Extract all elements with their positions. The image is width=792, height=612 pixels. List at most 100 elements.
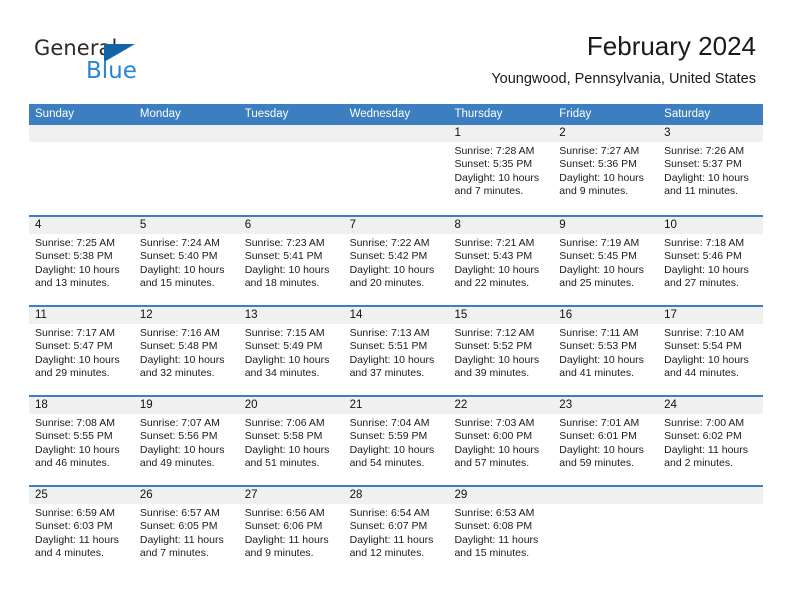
sunrise-time: Sunrise: 7:07 AM xyxy=(139,417,220,429)
day-number: 2 xyxy=(553,125,659,142)
daylight-duration-line1: Daylight: 11 hours xyxy=(664,443,749,456)
calendar-week-row: 1 Sunrise: 7:28 AM Sunset: 5:35 PM Daylight… xyxy=(29,125,764,215)
day-sun-info: Sunrise: 7:13 AM Sunset: 5:51 PM Daylight:… xyxy=(344,324,449,381)
calendar-weeks: 1 Sunrise: 7:28 AM Sunset: 5:35 PM Daylight… xyxy=(29,125,764,575)
weekday-header-thursday: Thursday xyxy=(454,108,503,120)
daylight-duration-line2: and 51 minutes. xyxy=(244,457,320,470)
calendar-day-cell[interactable]: 1 Sunrise: 7:28 AM Sunset: 5:35 PM Daylight… xyxy=(448,125,554,215)
calendar-day-cell-empty xyxy=(553,487,659,575)
sunset-time: Sunset: 5:41 PM xyxy=(244,250,323,263)
day-number: 16 xyxy=(553,307,659,324)
calendar-day-cell[interactable]: 19 Sunrise: 7:07 AM Sunset: 5:56 PM Dayligh… xyxy=(133,397,239,485)
day-sun-info: Sunrise: 7:04 AM Sunset: 5:59 PM Daylight:… xyxy=(344,414,449,471)
calendar-day-cell[interactable]: 27 Sunrise: 6:56 AM Sunset: 6:06 PM Dayligh… xyxy=(238,487,344,575)
calendar-day-cell[interactable]: 12 Sunrise: 7:16 AM Sunset: 5:48 PM Dayligh… xyxy=(133,307,239,395)
day-number: 14 xyxy=(343,307,449,324)
calendar-day-cell[interactable]: 25 Sunrise: 6:59 AM Sunset: 6:03 PM Dayligh… xyxy=(29,487,134,575)
calendar-day-cell-empty xyxy=(343,125,449,215)
weekday-header-friday: Friday xyxy=(559,108,592,120)
sunrise-time: Sunrise: 7:06 AM xyxy=(244,417,325,429)
calendar-day-cell[interactable]: 15 Sunrise: 7:12 AM Sunset: 5:52 PM Dayligh… xyxy=(448,307,554,395)
sunrise-time: Sunrise: 7:22 AM xyxy=(349,237,430,249)
daylight-duration-line2: and 57 minutes. xyxy=(454,457,530,470)
day-sun-info: Sunrise: 7:25 AM Sunset: 5:38 PM Daylight:… xyxy=(29,234,134,291)
calendar-day-cell[interactable]: 17 Sunrise: 7:10 AM Sunset: 5:54 PM Dayligh… xyxy=(658,307,764,395)
day-number: 13 xyxy=(238,307,344,324)
sunrise-time: Sunrise: 6:53 AM xyxy=(454,507,535,519)
daylight-duration-line2: and 59 minutes. xyxy=(559,457,635,470)
sunrise-time: Sunrise: 7:16 AM xyxy=(139,327,220,339)
daylight-duration-line1: Daylight: 10 hours xyxy=(664,353,749,366)
daylight-duration-line2: and 27 minutes. xyxy=(664,277,739,290)
calendar-day-cell[interactable]: 5 Sunrise: 7:24 AM Sunset: 5:40 PM Daylight… xyxy=(133,217,239,305)
daylight-duration-line1: Daylight: 10 hours xyxy=(139,263,225,276)
calendar-day-cell[interactable]: 18 Sunrise: 7:08 AM Sunset: 5:55 PM Dayligh… xyxy=(29,397,134,485)
calendar-day-cell[interactable]: 14 Sunrise: 7:13 AM Sunset: 5:51 PM Dayligh… xyxy=(343,307,449,395)
day-sun-info: Sunrise: 7:12 AM Sunset: 5:52 PM Daylight:… xyxy=(448,324,553,381)
daylight-duration-line1: Daylight: 11 hours xyxy=(349,533,434,546)
day-number xyxy=(29,125,134,142)
day-sun-info: Sunrise: 6:59 AM Sunset: 6:03 PM Daylight:… xyxy=(29,504,134,561)
day-number: 9 xyxy=(553,217,659,234)
calendar-day-cell[interactable]: 6 Sunrise: 7:23 AM Sunset: 5:41 PM Daylight… xyxy=(238,217,344,305)
sunrise-time: Sunrise: 7:08 AM xyxy=(35,417,115,429)
sunset-time: Sunset: 5:59 PM xyxy=(349,430,428,443)
day-number: 7 xyxy=(343,217,449,234)
calendar-week-row: 25 Sunrise: 6:59 AM Sunset: 6:03 PM Dayligh… xyxy=(29,485,764,575)
day-sun-info: Sunrise: 7:00 AM Sunset: 6:02 PM Daylight:… xyxy=(658,414,763,471)
daylight-duration-line1: Daylight: 10 hours xyxy=(244,263,330,276)
calendar-day-cell[interactable]: 16 Sunrise: 7:11 AM Sunset: 5:53 PM Dayligh… xyxy=(553,307,659,395)
daylight-duration-line1: Daylight: 10 hours xyxy=(559,443,644,456)
general-blue-logo[interactable]: General Blue xyxy=(34,36,234,88)
daylight-duration-line2: and 13 minutes. xyxy=(35,277,110,290)
calendar-day-cell[interactable]: 29 Sunrise: 6:53 AM Sunset: 6:08 PM Dayligh… xyxy=(448,487,554,575)
calendar-day-cell[interactable]: 2 Sunrise: 7:27 AM Sunset: 5:36 PM Daylight… xyxy=(553,125,659,215)
sunrise-time: Sunrise: 7:21 AM xyxy=(454,237,535,249)
day-sun-info: Sunrise: 7:23 AM Sunset: 5:41 PM Daylight:… xyxy=(239,234,344,291)
calendar-day-cell[interactable]: 3 Sunrise: 7:26 AM Sunset: 5:37 PM Daylight… xyxy=(658,125,764,215)
calendar-day-cell[interactable]: 4 Sunrise: 7:25 AM Sunset: 5:38 PM Daylight… xyxy=(29,217,134,305)
daylight-duration-line1: Daylight: 10 hours xyxy=(349,443,435,456)
calendar-day-cell[interactable]: 22 Sunrise: 7:03 AM Sunset: 6:00 PM Dayligh… xyxy=(448,397,554,485)
day-number xyxy=(658,487,764,504)
calendar-day-cell[interactable]: 11 Sunrise: 7:17 AM Sunset: 5:47 PM Dayligh… xyxy=(29,307,134,395)
calendar-day-cell-empty xyxy=(238,125,344,215)
daylight-duration-line1: Daylight: 10 hours xyxy=(349,353,435,366)
calendar-table: Sunday Monday Tuesday Wednesday Thursday… xyxy=(29,104,764,575)
sunset-time: Sunset: 5:45 PM xyxy=(559,250,637,263)
daylight-duration-line1: Daylight: 10 hours xyxy=(664,171,749,184)
day-number: 5 xyxy=(133,217,239,234)
calendar-day-cell[interactable]: 8 Sunrise: 7:21 AM Sunset: 5:43 PM Daylight… xyxy=(448,217,554,305)
day-sun-info: Sunrise: 7:03 AM Sunset: 6:00 PM Daylight:… xyxy=(448,414,553,471)
calendar-day-cell[interactable]: 23 Sunrise: 7:01 AM Sunset: 6:01 PM Dayligh… xyxy=(553,397,659,485)
calendar-day-cell[interactable]: 24 Sunrise: 7:00 AM Sunset: 6:02 PM Dayligh… xyxy=(658,397,764,485)
sunrise-time: Sunrise: 6:56 AM xyxy=(244,507,325,519)
daylight-duration-line2: and 49 minutes. xyxy=(139,457,215,470)
calendar-day-cell[interactable]: 13 Sunrise: 7:15 AM Sunset: 5:49 PM Dayligh… xyxy=(238,307,344,395)
calendar-day-cell[interactable]: 28 Sunrise: 6:54 AM Sunset: 6:07 PM Dayligh… xyxy=(343,487,449,575)
sunrise-time: Sunrise: 7:03 AM xyxy=(454,417,535,429)
calendar-page: General Blue February 2024 Youngwood, Pe… xyxy=(0,0,792,612)
day-number xyxy=(133,125,239,142)
calendar-day-cell[interactable]: 20 Sunrise: 7:06 AM Sunset: 5:58 PM Dayligh… xyxy=(238,397,344,485)
calendar-day-cell[interactable]: 21 Sunrise: 7:04 AM Sunset: 5:59 PM Dayligh… xyxy=(343,397,449,485)
daylight-duration-line2: and 7 minutes. xyxy=(454,185,524,198)
calendar-day-cell[interactable]: 9 Sunrise: 7:19 AM Sunset: 5:45 PM Daylight… xyxy=(553,217,659,305)
daylight-duration-line2: and 15 minutes. xyxy=(454,547,530,560)
sunset-time: Sunset: 6:08 PM xyxy=(454,520,533,533)
sunrise-time: Sunrise: 7:00 AM xyxy=(664,417,745,429)
day-number: 19 xyxy=(133,397,239,414)
daylight-duration-line2: and 41 minutes. xyxy=(559,367,635,380)
weekday-header-saturday: Saturday xyxy=(664,108,711,120)
daylight-duration-line2: and 34 minutes. xyxy=(244,367,320,380)
calendar-day-cell[interactable]: 10 Sunrise: 7:18 AM Sunset: 5:46 PM Dayligh… xyxy=(658,217,764,305)
calendar-day-cell[interactable]: 26 Sunrise: 6:57 AM Sunset: 6:05 PM Dayligh… xyxy=(133,487,239,575)
daylight-duration-line2: and 22 minutes. xyxy=(454,277,530,290)
daylight-duration-line1: Daylight: 11 hours xyxy=(244,533,329,546)
calendar-day-cell[interactable]: 7 Sunrise: 7:22 AM Sunset: 5:42 PM Daylight… xyxy=(343,217,449,305)
daylight-duration-line1: Daylight: 10 hours xyxy=(35,353,120,366)
calendar-day-cell-empty xyxy=(29,125,134,215)
day-sun-info: Sunrise: 7:17 AM Sunset: 5:47 PM Daylight:… xyxy=(29,324,134,381)
day-number xyxy=(343,125,449,142)
daylight-duration-line1: Daylight: 10 hours xyxy=(349,263,435,276)
